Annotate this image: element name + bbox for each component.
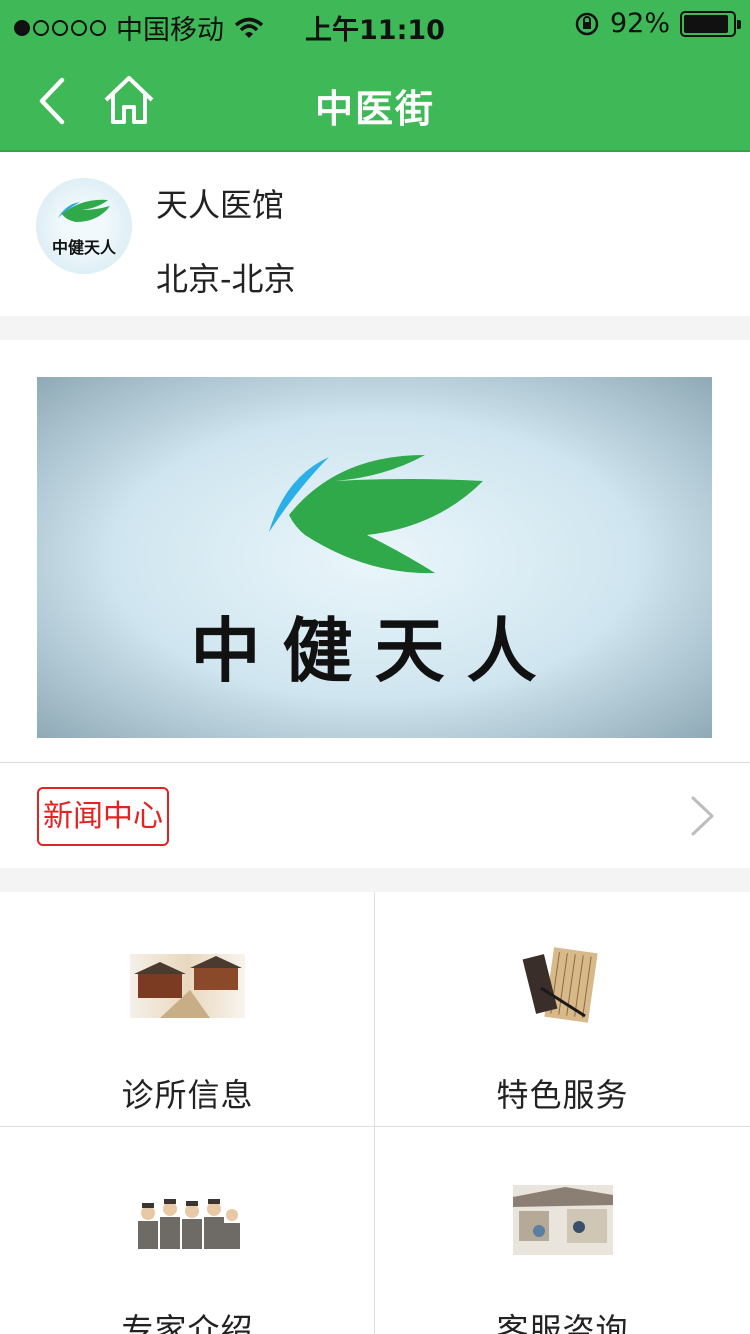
news-center-row[interactable]: 新闻中心 [0,762,750,868]
clinic-logo: 中健天人 [36,178,132,274]
status-bar: 中国移动 上午11:10 92% [0,0,750,50]
navigation-bar: 中医街 [0,50,750,150]
page-title: 中医街 [314,87,435,131]
grid-item-label: 诊所信息 [121,1076,254,1114]
grid-item-clinic-info[interactable]: 诊所信息 [0,892,375,1127]
painting-scene-icon [513,1185,613,1255]
rotation-lock-icon [575,12,599,35]
temple-building-icon [130,954,245,1018]
banner-image[interactable]: 中健天人 [37,377,712,738]
clinic-card[interactable]: 中健天人 天人医馆 北京-北京 [0,152,750,316]
news-center-label: 新闻中心 [37,787,169,846]
feature-grid: 诊所信息 特色服务 专家介绍 客服咨询 [0,892,750,1334]
banner-section: 中健天人 [0,340,750,762]
grid-item-experts[interactable]: 专家介绍 [0,1127,375,1334]
grid-item-label: 特色服务 [496,1076,629,1114]
clinic-logo-text: 中健天人 [51,238,116,257]
battery-percent: 92% [609,8,670,39]
battery-icon [680,10,741,37]
chevron-right-icon [691,796,714,836]
grid-item-special-services[interactable]: 特色服务 [375,892,750,1127]
grid-item-customer-service[interactable]: 客服咨询 [375,1127,750,1334]
app-header: 中国移动 上午11:10 92% 中医街 [0,0,750,152]
scroll-brush-icon [522,947,598,1023]
grid-item-label: 客服咨询 [496,1311,629,1334]
grid-item-label: 专家介绍 [121,1311,254,1334]
clinic-name: 天人医馆 [156,186,285,224]
clinic-location: 北京-北京 [156,260,296,298]
banner-brand-text: 中健天人 [190,610,559,692]
expert-group-icon [138,1199,240,1249]
